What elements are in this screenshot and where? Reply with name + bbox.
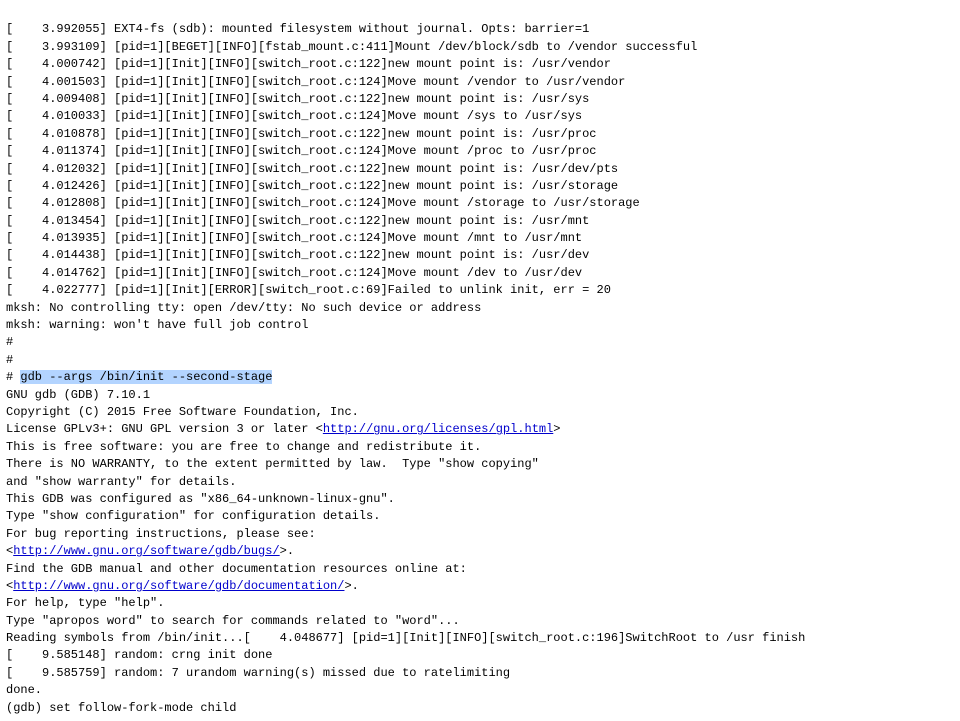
terminal-line: For bug reporting instructions, please s… bbox=[6, 526, 954, 543]
gpl-link[interactable]: http://gnu.org/licenses/gpl.html bbox=[323, 422, 553, 436]
terminal-line: [ 4.012426] [pid=1][Init][INFO][switch_r… bbox=[6, 178, 954, 195]
terminal-line: # gdb --args /bin/init --second-stage bbox=[6, 369, 954, 386]
terminal-line: There is NO WARRANTY, to the extent perm… bbox=[6, 456, 954, 473]
command-highlight: gdb --args /bin/init --second-stage bbox=[20, 370, 272, 384]
terminal-line: For help, type "help". bbox=[6, 595, 954, 612]
terminal-line: This is free software: you are free to c… bbox=[6, 439, 954, 456]
terminal-line: [ 4.014762] [pid=1][Init][INFO][switch_r… bbox=[6, 265, 954, 282]
terminal-line: and "show warranty" for details. bbox=[6, 474, 954, 491]
bugs-link[interactable]: http://www.gnu.org/software/gdb/bugs/ bbox=[13, 544, 279, 558]
terminal-line: [ 4.013935] [pid=1][Init][INFO][switch_r… bbox=[6, 230, 954, 247]
terminal-line: [ 4.022777] [pid=1][Init][ERROR][switch_… bbox=[6, 282, 954, 299]
terminal-line: [ 3.992055] EXT4-fs (sdb): mounted files… bbox=[6, 21, 954, 38]
terminal-line: [ 4.000742] [pid=1][Init][INFO][switch_r… bbox=[6, 56, 954, 73]
terminal-line: [ 9.585759] random: 7 urandom warning(s)… bbox=[6, 665, 954, 682]
terminal-line: This GDB was configured as "x86_64-unkno… bbox=[6, 491, 954, 508]
terminal-line: (gdb) set follow-fork-mode child bbox=[6, 700, 954, 717]
terminal-output: [ 3.992055] EXT4-fs (sdb): mounted files… bbox=[0, 0, 960, 721]
terminal-line: [ 4.013454] [pid=1][Init][INFO][switch_r… bbox=[6, 213, 954, 230]
terminal-line: Type "show configuration" for configurat… bbox=[6, 508, 954, 525]
terminal-line: mksh: No controlling tty: open /dev/tty:… bbox=[6, 300, 954, 317]
terminal-line: # bbox=[6, 352, 954, 369]
terminal-line: [ 4.009408] [pid=1][Init][INFO][switch_r… bbox=[6, 91, 954, 108]
terminal-line: # bbox=[6, 334, 954, 351]
docs-link[interactable]: http://www.gnu.org/software/gdb/document… bbox=[13, 579, 344, 593]
terminal-line: [ 4.012808] [pid=1][Init][INFO][switch_r… bbox=[6, 195, 954, 212]
terminal-line: License GPLv3+: GNU GPL version 3 or lat… bbox=[6, 421, 954, 438]
terminal-line: Type "apropos word" to search for comman… bbox=[6, 613, 954, 630]
terminal-line: [ 4.001503] [pid=1][Init][INFO][switch_r… bbox=[6, 74, 954, 91]
terminal-line: GNU gdb (GDB) 7.10.1 bbox=[6, 387, 954, 404]
terminal-line: Copyright (C) 2015 Free Software Foundat… bbox=[6, 404, 954, 421]
terminal-line: [ 4.010033] [pid=1][Init][INFO][switch_r… bbox=[6, 108, 954, 125]
terminal-line: Reading symbols from /bin/init...[ 4.048… bbox=[6, 630, 954, 647]
terminal-line: [ 4.012032] [pid=1][Init][INFO][switch_r… bbox=[6, 161, 954, 178]
terminal-line: [ 4.010878] [pid=1][Init][INFO][switch_r… bbox=[6, 126, 954, 143]
terminal-line: [ 4.011374] [pid=1][Init][INFO][switch_r… bbox=[6, 143, 954, 160]
terminal-line: [ 9.585148] random: crng init done bbox=[6, 647, 954, 664]
terminal-line: Find the GDB manual and other documentat… bbox=[6, 561, 954, 578]
terminal-line: mksh: warning: won't have full job contr… bbox=[6, 317, 954, 334]
terminal-line: [ 3.993109] [pid=1][BEGET][INFO][fstab_m… bbox=[6, 39, 954, 56]
terminal-line: done. bbox=[6, 682, 954, 699]
terminal-line: [ 4.014438] [pid=1][Init][INFO][switch_r… bbox=[6, 247, 954, 264]
terminal-line: <http://www.gnu.org/software/gdb/bugs/>. bbox=[6, 543, 954, 560]
terminal-line: <http://www.gnu.org/software/gdb/documen… bbox=[6, 578, 954, 595]
